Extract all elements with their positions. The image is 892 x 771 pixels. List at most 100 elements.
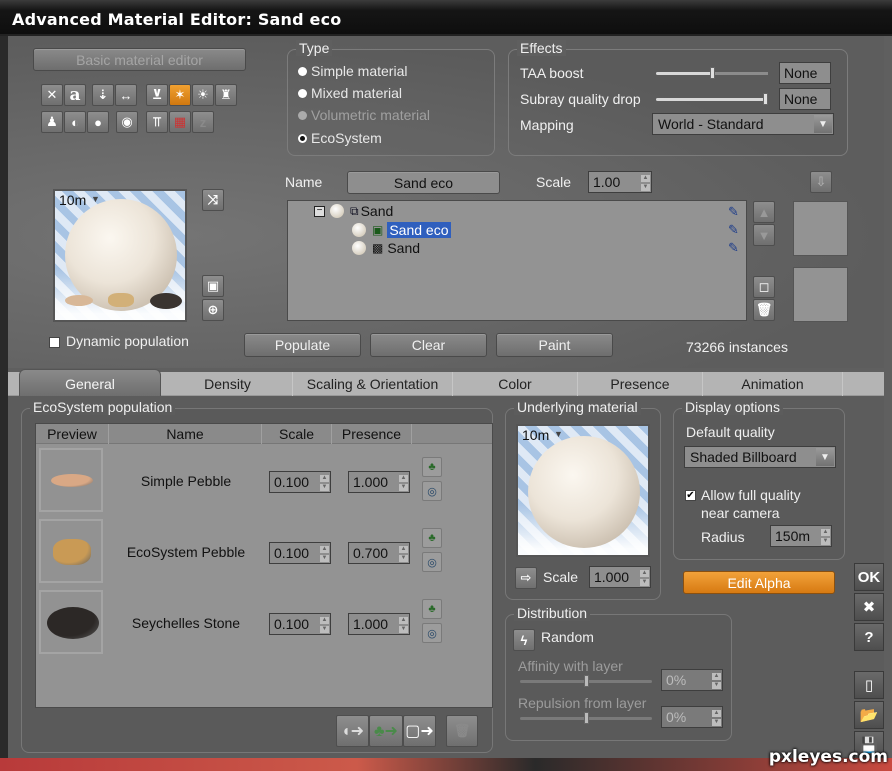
text-icon[interactable]: a: [64, 84, 86, 106]
tree-replace-icon[interactable]: ♣: [422, 599, 442, 619]
new-file-icon[interactable]: ▯: [854, 671, 884, 699]
cancel-button[interactable]: ✖: [854, 593, 884, 621]
move-down-icon[interactable]: ▼: [753, 224, 775, 246]
collapse-icon[interactable]: −: [314, 205, 325, 217]
underlying-scale-input[interactable]: 1.000 ▲ ▼: [589, 566, 651, 588]
scale-input[interactable]: 0.100 ▲ ▼: [269, 471, 331, 493]
edit-pencil-icon[interactable]: ✎: [728, 240, 739, 256]
object-options-icon[interactable]: ◎: [422, 623, 442, 643]
chevron-down-icon[interactable]: ▼: [91, 194, 100, 204]
object-options-icon[interactable]: ◎: [422, 481, 442, 501]
tree-replace-icon[interactable]: ♣: [422, 457, 442, 477]
edit-alpha-button[interactable]: Edit Alpha: [683, 571, 835, 594]
radio-mixed-material[interactable]: Mixed material: [298, 85, 402, 101]
spinner[interactable]: ▲ ▼: [399, 545, 408, 562]
material-preview[interactable]: 10m ▼: [53, 189, 187, 322]
tree-item[interactable]: ▩ Sand: [352, 240, 420, 256]
clear-button[interactable]: Clear: [370, 333, 487, 357]
allow-full-quality-checkbox[interactable]: ✔: [685, 490, 696, 501]
name-field[interactable]: Sand eco: [347, 171, 500, 194]
person-icon[interactable]: ♟: [41, 111, 63, 133]
tab-density[interactable]: Density: [163, 372, 293, 396]
column-name[interactable]: Name: [109, 424, 262, 444]
width-icon[interactable]: ↔: [115, 84, 137, 106]
cube-view-icon[interactable]: ▣: [202, 275, 224, 297]
edit-pencil-icon[interactable]: ✎: [728, 222, 739, 238]
basic-material-editor-button[interactable]: Basic material editor: [33, 48, 246, 71]
slider-thumb[interactable]: [709, 67, 715, 79]
scale-input[interactable]: 1.00 ▲ ▼: [588, 171, 652, 193]
chevron-down-icon[interactable]: ▼: [554, 429, 563, 439]
radio-simple-material[interactable]: Simple material: [298, 63, 407, 79]
radius-input[interactable]: 150m ▲ ▼: [770, 525, 832, 547]
terrain-slope-icon[interactable]: ⊻: [146, 84, 168, 106]
scale-input[interactable]: 0.100 ▲ ▼: [269, 613, 331, 635]
paint-button[interactable]: Paint: [496, 333, 613, 357]
spinner[interactable]: ▲ ▼: [399, 474, 408, 491]
eco-paint-icon[interactable]: ✶: [169, 84, 191, 106]
add-plant-icon[interactable]: ♣➜: [369, 715, 403, 747]
table-row[interactable]: EcoSystem Pebble 0.100 ▲ ▼ 0.700 ▲ ▼ ♣ ◎: [36, 519, 492, 589]
tab-general[interactable]: General: [19, 369, 161, 397]
spinner[interactable]: ▲ ▼: [821, 528, 830, 545]
presence-input[interactable]: 1.000 ▲ ▼: [348, 471, 410, 493]
column-scale[interactable]: Scale: [262, 424, 332, 444]
light-icon[interactable]: ☀: [192, 84, 214, 106]
tab-animation[interactable]: Animation: [703, 372, 843, 396]
add-object-icon[interactable]: ▢➜: [403, 715, 436, 747]
spinner[interactable]: ▲ ▼: [320, 474, 329, 491]
delete-clip-icon[interactable]: ▦: [169, 111, 191, 133]
tab-color[interactable]: Color: [453, 372, 578, 396]
presence-input[interactable]: 1.000 ▲ ▼: [348, 613, 410, 635]
tree-replace-icon[interactable]: ♣: [422, 528, 442, 548]
move-up-icon[interactable]: ▲: [753, 201, 775, 223]
presence-input[interactable]: 0.700 ▲ ▼: [348, 542, 410, 564]
help-button[interactable]: ?: [854, 623, 884, 651]
tree-item[interactable]: − ⧉ Sand: [314, 203, 393, 219]
table-row[interactable]: Seychelles Stone 0.100 ▲ ▼ 1.000 ▲ ▼ ♣ ◎: [36, 590, 492, 660]
default-quality-dropdown[interactable]: Shaded Billboard ▼: [684, 446, 836, 468]
underlying-preview[interactable]: 10m ▼: [516, 424, 650, 557]
column-presence[interactable]: Presence: [332, 424, 412, 444]
trash-icon[interactable]: 🗑: [753, 299, 775, 321]
spinner[interactable]: ▲ ▼: [640, 569, 649, 586]
render-icon[interactable]: ◉: [116, 111, 138, 133]
object-icon[interactable]: ●: [87, 111, 109, 133]
underlying-distance[interactable]: 10m: [522, 427, 549, 443]
new-layer-icon[interactable]: ◻: [753, 276, 775, 298]
edit-pencil-icon[interactable]: ✎: [728, 204, 739, 220]
slider-thumb[interactable]: [763, 93, 768, 105]
subray-quality-value[interactable]: None: [779, 88, 831, 110]
load-material-icon[interactable]: ⇨: [515, 567, 537, 589]
spinner[interactable]: ▲ ▼: [320, 545, 329, 562]
shuffle-icon[interactable]: ✕: [41, 84, 63, 106]
column-preview[interactable]: Preview: [36, 424, 109, 444]
tree-item-selected[interactable]: ▣ Sand eco: [352, 222, 451, 238]
open-folder-icon[interactable]: 📂: [854, 701, 884, 729]
scale-spinner[interactable]: ▲ ▼: [641, 174, 650, 191]
sphere-shading-icon[interactable]: ◐: [64, 111, 86, 133]
spinner[interactable]: ▲ ▼: [399, 616, 408, 633]
radio-ecosystem[interactable]: EcoSystem: [298, 130, 382, 146]
populate-button[interactable]: Populate: [244, 333, 361, 357]
tab-scaling-orientation[interactable]: Scaling & Orientation: [293, 372, 453, 396]
import-icon[interactable]: ⇩: [810, 171, 832, 193]
taa-boost-slider[interactable]: [656, 67, 768, 79]
ok-button[interactable]: OK: [854, 563, 884, 591]
spinner[interactable]: ▲ ▼: [320, 616, 329, 633]
align-down-icon[interactable]: ⇣: [92, 84, 114, 106]
dynamic-population-checkbox[interactable]: [49, 337, 60, 348]
object-options-icon[interactable]: ◎: [422, 552, 442, 572]
scale-input[interactable]: 0.100 ▲ ▼: [269, 542, 331, 564]
random-mode-icon[interactable]: ϟ: [513, 629, 535, 651]
mapping-dropdown[interactable]: World - Standard ▼: [652, 113, 834, 135]
subray-quality-slider[interactable]: [656, 93, 768, 105]
figure-icon[interactable]: ♜: [215, 84, 237, 106]
taa-boost-value[interactable]: None: [779, 62, 831, 84]
distribution-mode[interactable]: Random: [541, 629, 594, 645]
preview-distance[interactable]: 10m: [59, 192, 86, 208]
zoom-icon[interactable]: ⊕: [202, 299, 224, 321]
table-row[interactable]: Simple Pebble 0.100 ▲ ▼ 1.000 ▲ ▼ ♣ ◎: [36, 448, 492, 518]
tab-presence[interactable]: Presence: [578, 372, 703, 396]
stats-icon[interactable]: ⫪: [146, 111, 168, 133]
